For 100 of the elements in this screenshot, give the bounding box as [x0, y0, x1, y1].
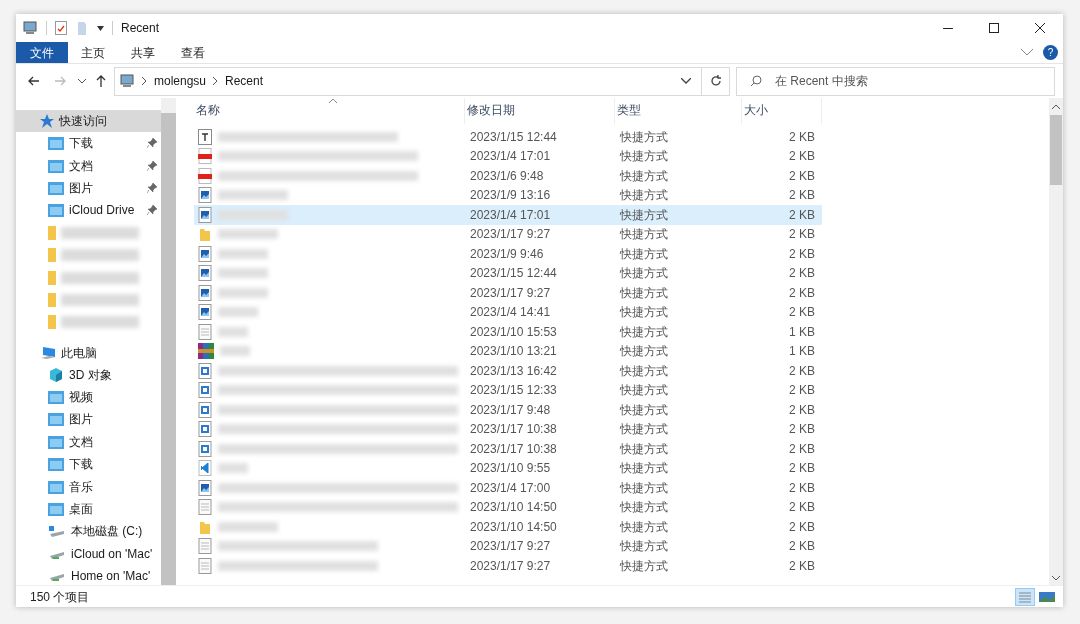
address-bar[interactable]: molengsu Recent — [114, 66, 730, 96]
column-header[interactable]: 名称 — [194, 98, 465, 124]
scroll-up-icon[interactable] — [1052, 104, 1060, 109]
help-icon[interactable]: ? — [1043, 45, 1058, 60]
nav-item[interactable]: 图片 — [16, 408, 161, 431]
file-row[interactable]: 2023/1/15 12:33 快捷方式 2 KB — [194, 380, 822, 400]
folder-icon — [48, 136, 64, 151]
column-header[interactable]: 大小 — [742, 98, 822, 124]
modified-date: 2023/1/10 15:53 — [469, 323, 558, 341]
file-row[interactable]: 2023/1/10 9:55 快捷方式 2 KB — [194, 458, 822, 478]
nav-section[interactable]: 此电脑 — [16, 341, 161, 364]
file-row[interactable]: 2023/1/9 9:46 快捷方式 2 KB — [194, 244, 822, 264]
back-arrow-icon[interactable] — [28, 76, 40, 86]
file-row[interactable]: 2023/1/10 14:50 快捷方式 2 KB — [194, 517, 822, 537]
redacted-name — [218, 287, 268, 298]
dropdown-caret-icon[interactable] — [97, 25, 104, 31]
nav-item[interactable]: 3D 对象 — [16, 363, 161, 386]
drive-icon — [48, 524, 66, 539]
modified-date: 2023/1/4 17:01 — [469, 148, 552, 166]
modified-date: 2023/1/15 12:44 — [469, 128, 558, 146]
item-count: 150 个项目 — [30, 588, 90, 606]
file-row[interactable]: 2023/1/15 12:44 快捷方式 2 KB — [194, 263, 822, 283]
breadcrumb-item[interactable]: molengsu — [154, 72, 207, 90]
file-row[interactable]: 2023/1/13 16:42 快捷方式 2 KB — [194, 361, 822, 381]
ribbon-tab[interactable]: 查看 — [168, 42, 218, 63]
nav-item[interactable]: 桌面 — [16, 497, 161, 521]
file-size: 1 KB — [788, 343, 815, 361]
ribbon-tab[interactable]: 文件 — [16, 42, 68, 63]
file-row[interactable]: 2023/1/17 9:27 快捷方式 2 KB — [194, 536, 822, 556]
nav-item[interactable]: 图片 — [16, 176, 161, 200]
column-header[interactable]: 类型 — [615, 98, 742, 124]
scroll-thumb[interactable] — [1050, 115, 1062, 185]
chevron-right-icon[interactable] — [213, 77, 219, 85]
file-row[interactable]: 2023/1/4 14:41 快捷方式 2 KB — [194, 302, 822, 322]
ribbon-tab[interactable]: 共享 — [118, 42, 168, 63]
file-row[interactable]: 2023/1/9 13:16 快捷方式 2 KB — [194, 185, 822, 205]
file-row[interactable]: 2023/1/17 10:38 快捷方式 2 KB — [194, 439, 822, 459]
nav-item[interactable]: Home on 'Mac' — [16, 565, 161, 588]
file-row[interactable]: 2023/1/17 10:38 快捷方式 2 KB — [194, 419, 822, 439]
file-row[interactable]: 2023/1/4 17:01 快捷方式 2 KB — [194, 205, 822, 225]
expand-ribbon-icon[interactable] — [1021, 49, 1033, 56]
file-row[interactable]: 2023/1/17 9:27 快捷方式 2 KB — [194, 283, 822, 303]
file-size: 2 KB — [788, 421, 815, 439]
computer-icon[interactable] — [22, 20, 38, 36]
text-file-icon — [198, 128, 212, 145]
modified-date: 2023/1/17 9:27 — [469, 557, 552, 575]
file-row[interactable]: 2023/1/4 17:01 快捷方式 2 KB — [194, 146, 822, 166]
scrollbar[interactable] — [161, 98, 176, 585]
file-row[interactable]: 2023/1/4 17:00 快捷方式 2 KB — [194, 478, 822, 498]
file-size: 2 KB — [788, 206, 815, 224]
nav-item[interactable]: 本地磁盘 (C:) — [16, 520, 161, 543]
computer-icon — [119, 73, 135, 89]
search-field[interactable]: 在 Recent 中搜索 — [736, 66, 1055, 96]
up-arrow-icon[interactable] — [96, 75, 106, 87]
nav-item[interactable]: 视频 — [16, 385, 161, 409]
chevron-right-icon[interactable] — [142, 77, 147, 85]
file-row[interactable]: 2023/1/15 12:44 快捷方式 2 KB — [194, 127, 822, 147]
file-row[interactable]: 2023/1/10 13:21 快捷方式 1 KB — [194, 341, 822, 361]
dropdown-caret-icon[interactable] — [681, 78, 691, 84]
file-size: 1 KB — [788, 323, 815, 341]
file-row[interactable]: 2023/1/10 14:50 快捷方式 2 KB — [194, 497, 822, 517]
breadcrumb-item[interactable]: Recent — [225, 72, 264, 90]
scrollbar[interactable] — [1049, 98, 1063, 585]
nav-item[interactable]: 文档 — [16, 430, 161, 454]
recent-locations-caret-icon[interactable] — [78, 78, 86, 84]
scroll-down-icon[interactable] — [1052, 576, 1060, 581]
modified-date: 2023/1/10 13:21 — [469, 343, 558, 361]
file-row[interactable]: 2023/1/17 9:48 快捷方式 2 KB — [194, 400, 822, 420]
modified-date: 2023/1/6 9:48 — [469, 167, 545, 185]
modified-date: 2023/1/9 9:46 — [469, 245, 545, 263]
redacted-name — [218, 463, 248, 474]
redacted-name — [220, 346, 250, 357]
refresh-icon[interactable] — [709, 75, 722, 87]
file-size: 2 KB — [788, 382, 815, 400]
file-row[interactable]: 2023/1/17 9:27 快捷方式 2 KB — [194, 224, 822, 244]
properties-icon[interactable] — [55, 21, 67, 35]
file-row[interactable]: 2023/1/10 15:53 快捷方式 1 KB — [194, 322, 822, 342]
pin-icon[interactable] — [147, 205, 157, 216]
pin-icon[interactable] — [147, 182, 157, 193]
nav-item[interactable]: iCloud Drive — [16, 199, 161, 222]
pin-icon[interactable] — [147, 138, 157, 149]
file-size: 2 KB — [788, 284, 815, 302]
modified-date: 2023/1/17 9:27 — [469, 284, 552, 302]
nav-item[interactable]: 文档 — [16, 154, 161, 177]
file-row[interactable]: 2023/1/17 9:27 快捷方式 2 KB — [194, 556, 822, 576]
file-row[interactable]: 2023/1/6 9:48 快捷方式 2 KB — [194, 166, 822, 186]
image-file-icon — [198, 245, 212, 262]
file-type: 快捷方式 — [619, 148, 669, 166]
image-file-icon — [198, 284, 212, 301]
nav-item[interactable]: 下载 — [16, 132, 161, 155]
nav-item[interactable]: 音乐 — [16, 475, 161, 498]
folder-icon — [48, 315, 56, 330]
nav-item[interactable]: 下载 — [16, 453, 161, 476]
ribbon-tab[interactable]: 主页 — [68, 42, 118, 63]
nav-section[interactable]: 快速访问 — [16, 110, 161, 132]
column-header[interactable]: 修改日期 — [465, 98, 615, 124]
pin-icon[interactable] — [147, 160, 157, 171]
nav-item[interactable]: iCloud on 'Mac' — [16, 542, 161, 566]
redacted-name — [218, 190, 288, 201]
file-type: 快捷方式 — [619, 499, 669, 517]
